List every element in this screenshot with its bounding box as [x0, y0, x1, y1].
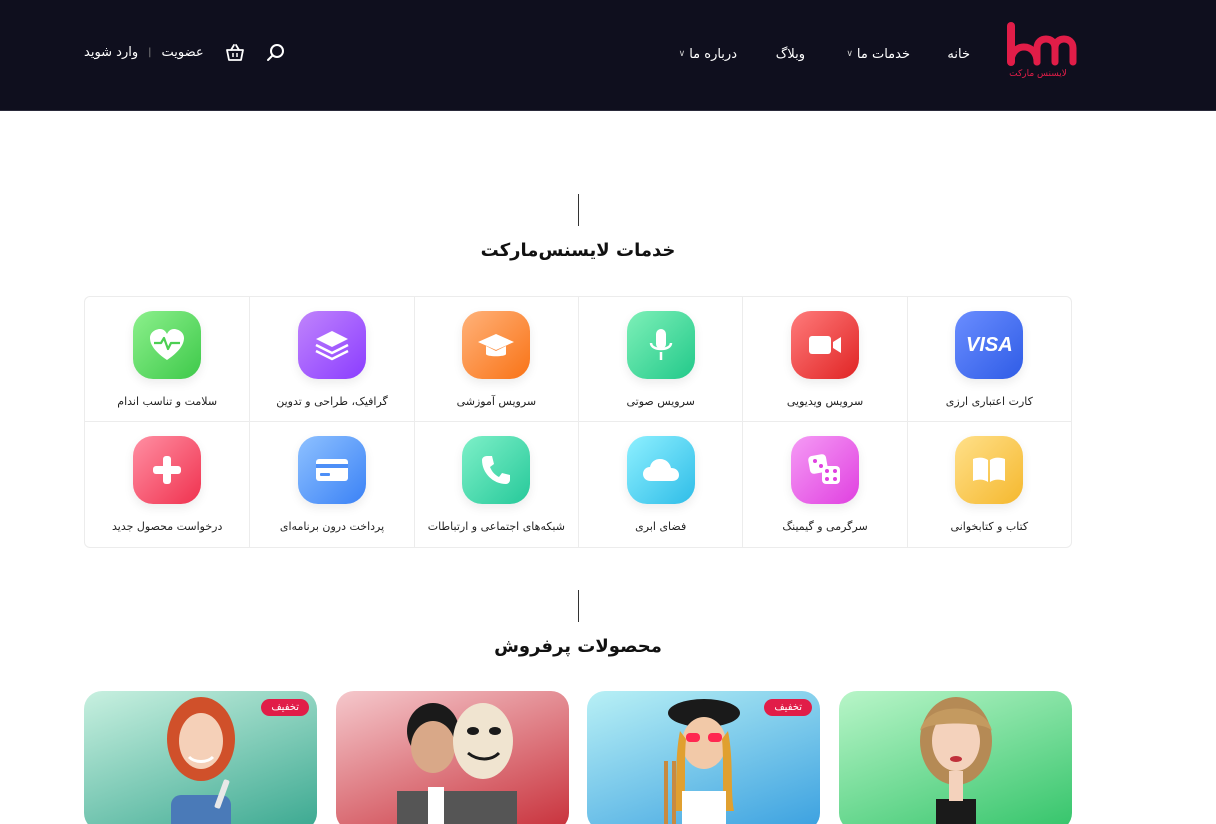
- service-label: سرویس ویدیویی: [786, 395, 864, 408]
- microphone-icon: [626, 311, 695, 379]
- service-item[interactable]: درخواست محصول جدید: [85, 422, 249, 547]
- video-camera-icon: [791, 311, 860, 379]
- auth-links: عضویت | وارد شوید: [84, 45, 204, 60]
- product-image: [396, 703, 517, 824]
- service-item[interactable]: فضای ابری: [578, 422, 742, 547]
- products-title: محصولات پرفروش: [494, 636, 662, 657]
- service-label: سرویس صوتی: [626, 395, 695, 408]
- layers-icon: [298, 311, 367, 379]
- search-icon[interactable]: [266, 43, 286, 63]
- nav-blog-label: وبلاگ: [775, 46, 805, 62]
- product-image: [166, 697, 235, 824]
- logo-mark-icon: [1007, 22, 1077, 66]
- discount-badge: تخفیف: [764, 699, 812, 716]
- nav-blog[interactable]: وبلاگ: [776, 44, 805, 64]
- visa-card-icon: VISA: [955, 311, 1024, 379]
- service-item[interactable]: سرویس ویدیویی: [742, 297, 907, 422]
- service-label: فضای ابری: [635, 520, 687, 533]
- product-card[interactable]: تخفیف: [84, 691, 317, 824]
- service-item[interactable]: VISA کارت اعتباری ارزی: [906, 297, 1071, 422]
- section-divider: [578, 194, 579, 226]
- cloud-icon: [626, 436, 695, 504]
- service-label: سرویس آموزشی: [456, 395, 537, 408]
- service-item[interactable]: کتاب و کتابخوانی: [906, 422, 1071, 547]
- service-label: کتاب و کتابخوانی: [950, 520, 1029, 533]
- service-item[interactable]: سرویس صوتی: [578, 297, 743, 422]
- site-logo[interactable]: لایسنس مارکت: [1003, 22, 1079, 84]
- service-label: سرگرمی و گیمینگ: [782, 520, 868, 533]
- service-label: سلامت و تناسب اندام: [117, 395, 218, 408]
- service-label: گرافیک، طراحی و تدوین: [276, 395, 388, 408]
- credit-card-icon: [298, 436, 367, 504]
- service-item[interactable]: سلامت و تناسب اندام: [85, 297, 250, 422]
- service-label: شبکه‌های اجتماعی و ارتباطات: [427, 520, 565, 533]
- login-link[interactable]: وارد شوید: [84, 45, 138, 60]
- product-image: [919, 697, 992, 824]
- service-label: پرداخت درون برنامه‌ای: [279, 520, 385, 533]
- site-header: لایسنس مارکت خانه خدمات ما ∨ وبلاگ دربار…: [0, 0, 1216, 111]
- service-item[interactable]: گرافیک، طراحی و تدوین: [249, 297, 414, 422]
- chevron-down-icon: ∨: [678, 49, 686, 59]
- product-card[interactable]: [839, 691, 1072, 824]
- plus-icon: [133, 436, 202, 504]
- service-item[interactable]: شبکه‌های اجتماعی و ارتباطات: [413, 422, 578, 547]
- nav-services-label: خدمات ما: [856, 46, 910, 62]
- logo-text: لایسنس مارکت: [1009, 69, 1067, 79]
- phone-icon: [462, 436, 531, 504]
- dice-icon: [791, 436, 860, 504]
- service-label: درخواست محصول جدید: [111, 520, 223, 533]
- product-card[interactable]: [336, 691, 569, 824]
- visa-text: VISA: [966, 333, 1013, 356]
- nav-about-label: درباره ما: [689, 46, 737, 62]
- nav-home-label: خانه: [947, 46, 970, 62]
- heart-pulse-icon: [133, 311, 202, 379]
- auth-separator: |: [148, 47, 152, 58]
- service-item[interactable]: پرداخت درون برنامه‌ای: [249, 422, 413, 547]
- section-divider: [578, 590, 579, 622]
- service-item[interactable]: سرویس آموزشی: [413, 297, 579, 422]
- service-label: کارت اعتباری ارزی: [945, 395, 1033, 408]
- discount-badge: تخفیف: [261, 699, 309, 716]
- nav-about[interactable]: درباره ما ∨: [679, 44, 737, 64]
- services-title: خدمات لایسنس‌مارکت: [480, 240, 676, 261]
- book-icon: [955, 436, 1024, 504]
- register-link[interactable]: عضویت: [162, 45, 204, 60]
- cart-icon[interactable]: [225, 43, 245, 63]
- chevron-down-icon: ∨: [846, 49, 853, 59]
- service-item[interactable]: سرگرمی و گیمینگ: [742, 422, 906, 547]
- graduation-cap-icon: [462, 311, 531, 379]
- product-image: [663, 699, 740, 824]
- nav-home[interactable]: خانه: [947, 44, 970, 64]
- nav-services[interactable]: خدمات ما ∨: [846, 44, 910, 64]
- services-grid: VISA کارت اعتباری ارزی سرویس ویدیویی سرو…: [84, 296, 1072, 548]
- product-card[interactable]: تخفیف: [587, 691, 820, 824]
